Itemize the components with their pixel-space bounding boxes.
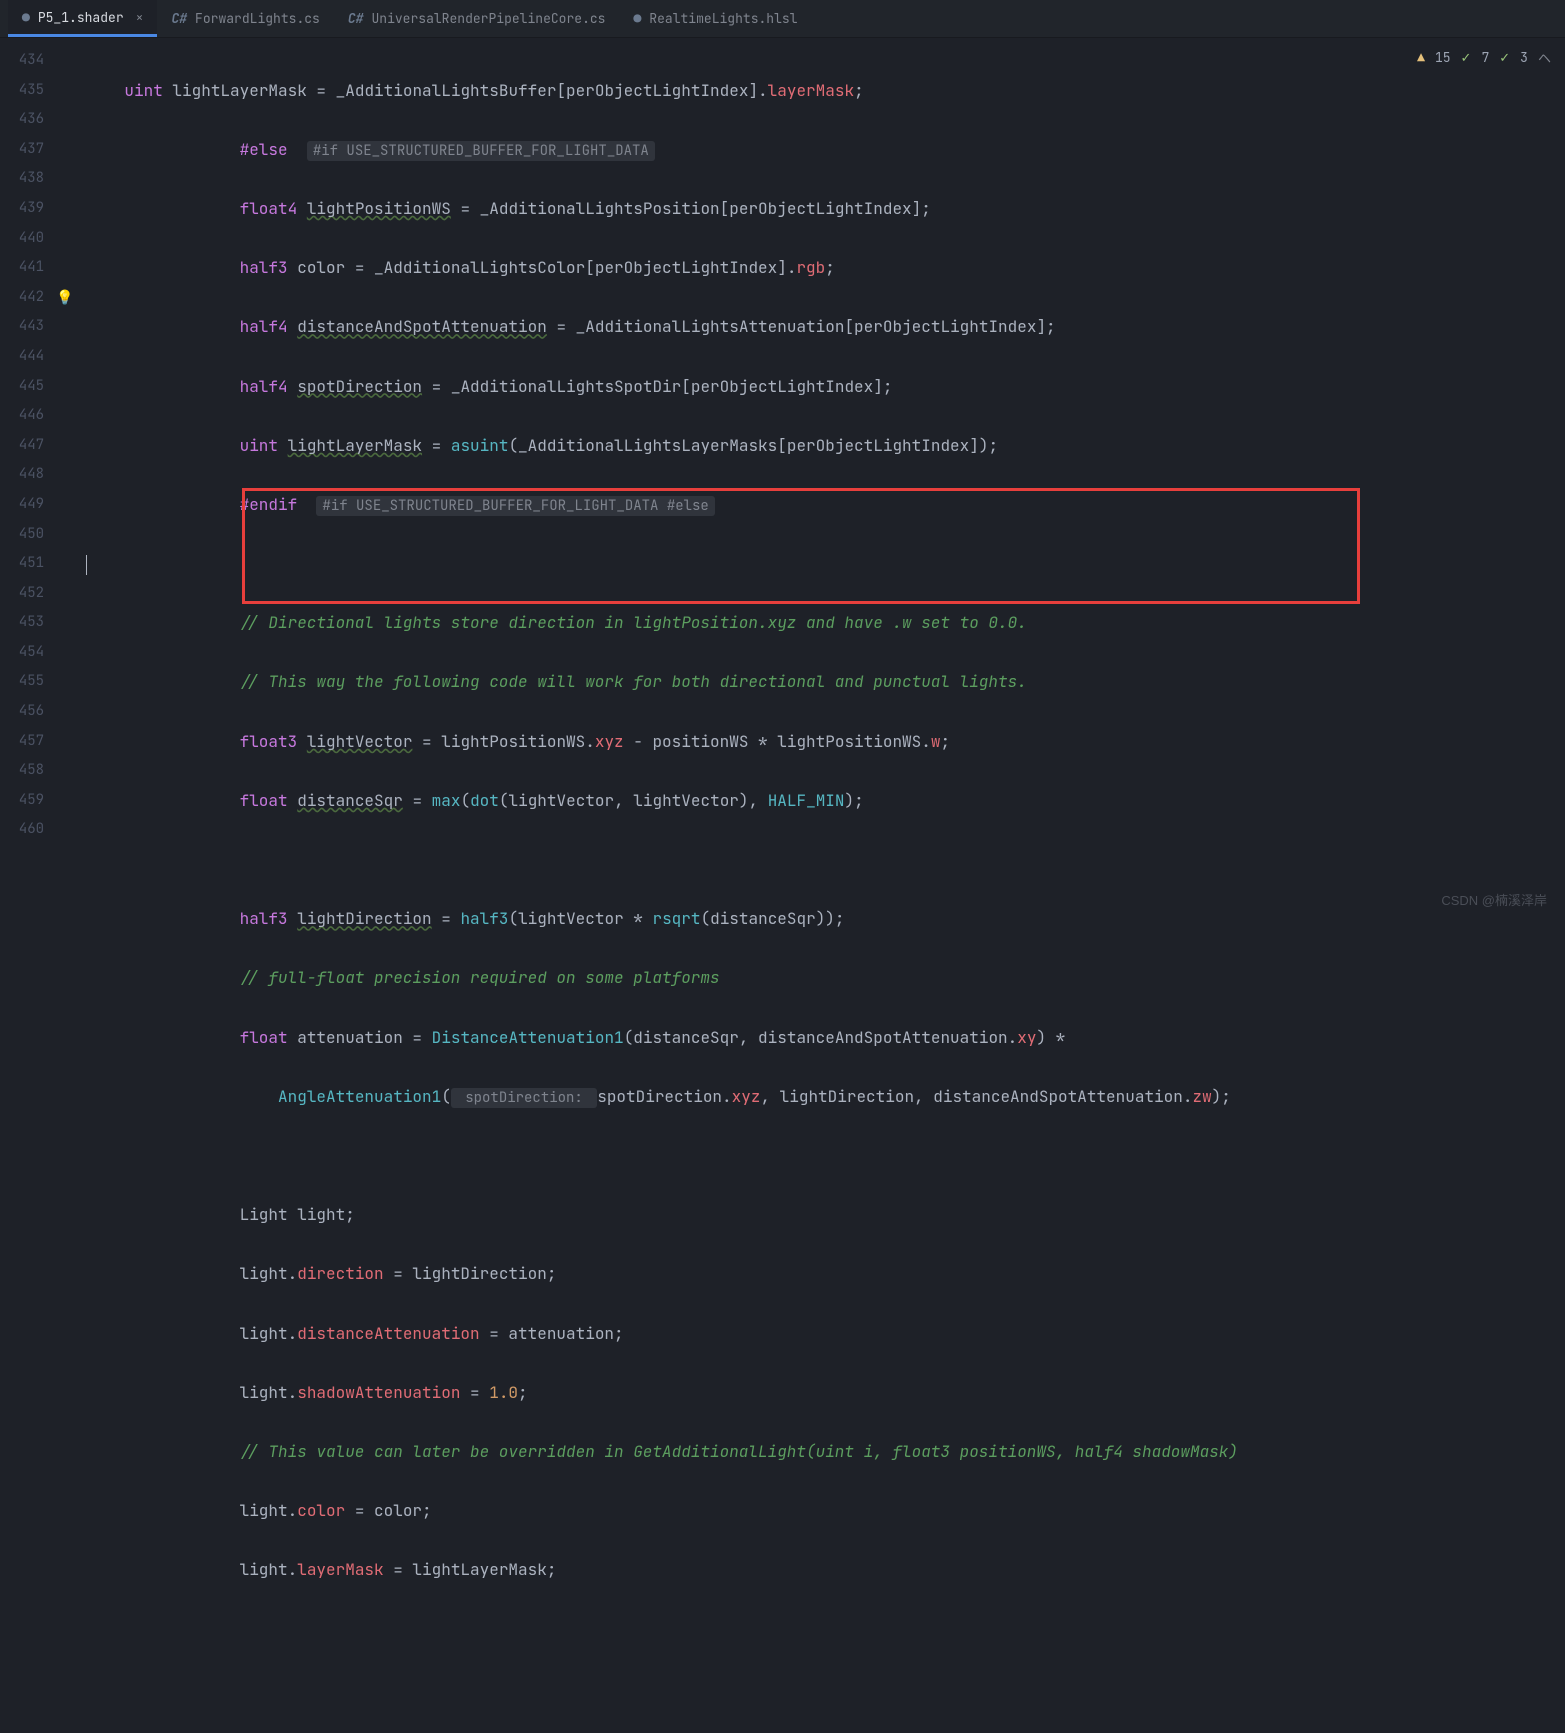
tab-urpcore[interactable]: C# UniversalRenderPipelineCore.cs [334,0,620,37]
line-number: 452 [0,579,44,609]
line-number: 453 [0,608,44,638]
line-number: 436 [0,105,44,135]
csharp-file-icon: C# [171,10,187,27]
tab-realtimelights[interactable]: ● RealtimeLights.hlsl [619,0,811,37]
gutter-icons: 💡 [56,38,86,919]
line-number: 439 [0,194,44,224]
line-number: 454 [0,638,44,668]
csharp-file-icon: C# [348,10,364,27]
tab-bar: ● P5_1.shader × C# ForwardLights.cs C# U… [0,0,1565,38]
line-number: 455 [0,667,44,697]
code-area[interactable]: uint lightLayerMask = _AdditionalLightsB… [86,38,1565,919]
tab-label: ForwardLights.cs [195,10,320,27]
line-number: 457 [0,727,44,757]
line-number: 442 [0,283,44,313]
hlsl-file-icon: ● [633,10,641,27]
line-number: 437 [0,135,44,165]
close-icon[interactable]: × [136,9,144,26]
line-number: 441 [0,253,44,283]
line-number: 438 [0,164,44,194]
tab-label: P5_1.shader [38,9,124,26]
tab-shader[interactable]: ● P5_1.shader × [8,0,157,37]
tab-label: RealtimeLights.hlsl [649,10,797,27]
line-number: 434 [0,46,44,76]
line-number: 458 [0,756,44,786]
shader-file-icon: ● [22,9,30,26]
line-number: 460 [0,815,44,845]
line-number: 446 [0,401,44,431]
line-number: 459 [0,786,44,816]
line-gutter: 4344354364374384394404414424434444454464… [0,38,56,919]
line-number: 448 [0,460,44,490]
line-number: 447 [0,431,44,461]
line-number: 456 [0,697,44,727]
line-number: 449 [0,490,44,520]
line-number: 443 [0,312,44,342]
line-number: 445 [0,372,44,402]
watermark: CSDN @楠溪泽岸 [1441,890,1547,909]
tab-forwardlights[interactable]: C# ForwardLights.cs [157,0,333,37]
line-number: 450 [0,520,44,550]
line-number: 440 [0,224,44,254]
lightbulb-icon[interactable]: 💡 [56,289,73,307]
tab-label: UniversalRenderPipelineCore.cs [371,10,605,27]
line-number: 435 [0,76,44,106]
line-number: 444 [0,342,44,372]
line-number: 451 [0,549,44,579]
editor[interactable]: 4344354364374384394404414424434444454464… [0,38,1565,919]
caret [86,555,87,575]
